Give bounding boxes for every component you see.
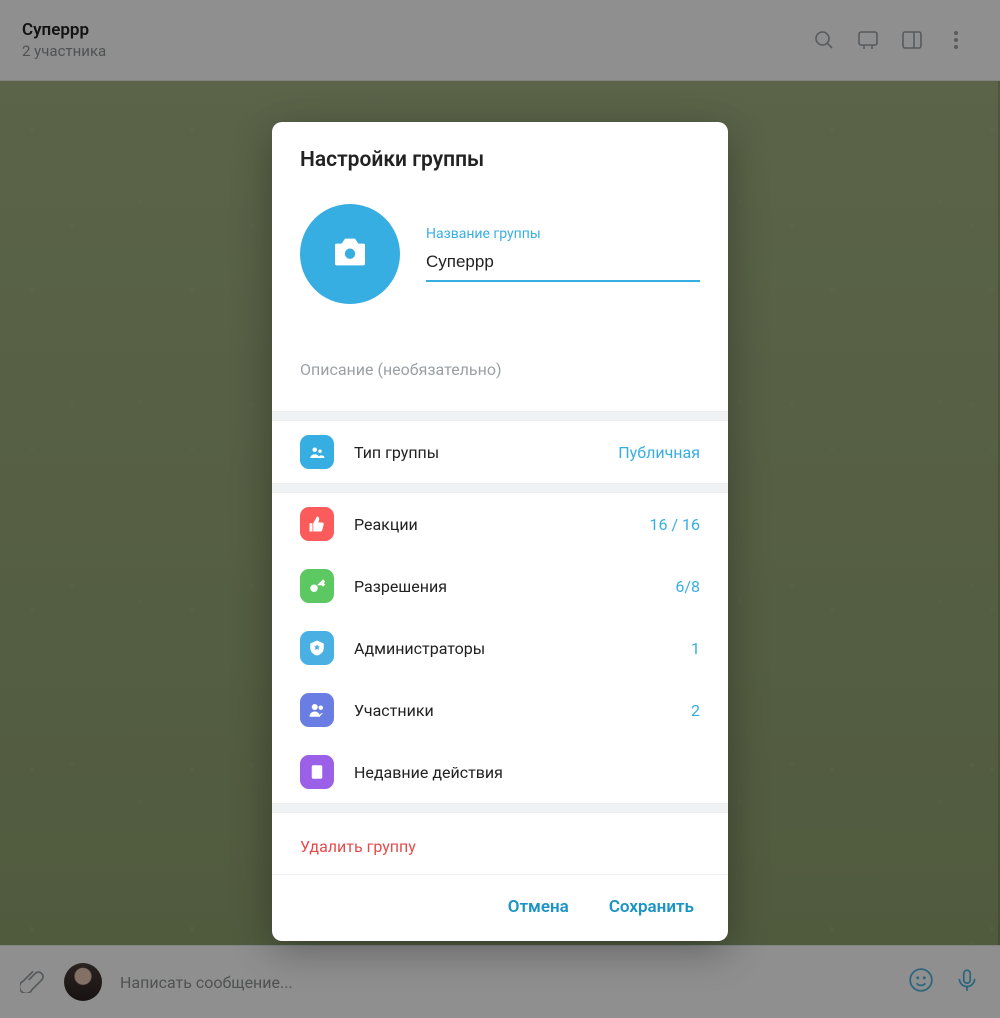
key-icon (300, 569, 334, 603)
delete-group-button[interactable]: Удалить группу (272, 813, 728, 874)
group-type-icon (300, 435, 334, 469)
permissions-row[interactable]: Разрешения 6/8 (272, 555, 728, 617)
group-type-row[interactable]: Тип группы Публичная (272, 421, 728, 483)
recent-actions-row[interactable]: Недавние действия (272, 741, 728, 803)
permissions-value: 6/8 (675, 577, 700, 596)
recent-actions-label: Недавние действия (354, 763, 680, 782)
reactions-value: 16 / 16 (649, 515, 700, 534)
members-row[interactable]: Участники 2 (272, 679, 728, 741)
save-button[interactable]: Сохранить (609, 897, 694, 917)
thumbs-up-icon (300, 507, 334, 541)
members-value: 2 (691, 701, 700, 720)
members-label: Участники (354, 701, 671, 720)
admins-value: 1 (691, 639, 700, 658)
group-type-value: Публичная (618, 443, 700, 462)
reactions-label: Реакции (354, 515, 629, 534)
group-name-label: Название группы (426, 226, 700, 242)
admins-label: Администраторы (354, 639, 671, 658)
group-photo-button[interactable] (300, 204, 400, 304)
star-shield-icon (300, 631, 334, 665)
modal-overlay[interactable]: Настройки группы Название группы Описани… (0, 0, 1000, 1018)
group-name-input[interactable] (426, 248, 700, 282)
group-description-input[interactable]: Описание (необязательно) (272, 314, 728, 411)
reactions-row[interactable]: Реакции 16 / 16 (272, 493, 728, 555)
cancel-button[interactable]: Отмена (508, 897, 569, 917)
camera-icon (330, 232, 370, 276)
recent-actions-icon (300, 755, 334, 789)
members-icon (300, 693, 334, 727)
admins-row[interactable]: Администраторы 1 (272, 617, 728, 679)
group-settings-modal: Настройки группы Название группы Описани… (272, 122, 728, 941)
group-type-label: Тип группы (354, 443, 598, 462)
permissions-label: Разрешения (354, 577, 655, 596)
modal-title: Настройки группы (272, 122, 728, 182)
